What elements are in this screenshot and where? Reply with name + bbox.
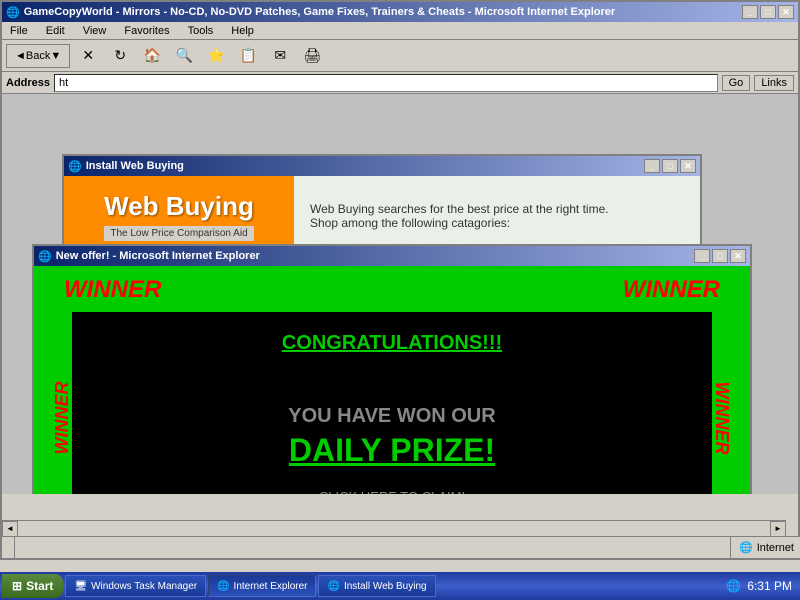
ie-taskbar-label: Internet Explorer	[234, 581, 308, 592]
task-manager-label: Windows Task Manager	[91, 581, 197, 592]
main-window-title: GameCopyWorld - Mirrors - No-CD, No-DVD …	[24, 6, 615, 18]
new-offer-minimize-button[interactable]: _	[694, 249, 710, 263]
title-bar-left: 🌐 GameCopyWorld - Mirrors - No-CD, No-DV…	[6, 6, 615, 19]
install-minimize-button[interactable]: _	[644, 159, 660, 173]
menu-edit[interactable]: Edit	[42, 25, 69, 37]
ie-taskbar-icon: 🌐	[217, 581, 229, 592]
menu-help[interactable]: Help	[227, 25, 258, 37]
tray-clock: 6:31 PM	[747, 579, 792, 593]
start-label: Start	[26, 579, 53, 593]
zone-label: Internet	[757, 542, 794, 554]
back-label: Back	[26, 50, 50, 62]
favorites-button[interactable]: ⭐	[202, 42, 230, 70]
taskbar-item-ie[interactable]: 🌐 Internet Explorer	[208, 575, 316, 597]
menu-tools[interactable]: Tools	[184, 25, 218, 37]
refresh-button[interactable]: ↻	[106, 42, 134, 70]
search-button[interactable]: 🔍	[170, 42, 198, 70]
menu-file[interactable]: File	[6, 25, 32, 37]
click-here-link[interactable]: CLICK HERE TO CLAIM!	[92, 489, 692, 494]
install-title: Install Web Buying	[86, 160, 184, 172]
new-offer-maximize-button[interactable]: □	[712, 249, 728, 263]
menu-view[interactable]: View	[79, 25, 111, 37]
install-web-buying-popup: 🌐 Install Web Buying _ □ ✕ Web Buying Th…	[62, 154, 702, 258]
winner-top-left: WINNER	[64, 276, 161, 304]
history-button[interactable]: 📋	[234, 42, 262, 70]
maximize-button[interactable]: □	[760, 5, 776, 19]
taskbar-right: 🌐 6:31 PM	[718, 579, 800, 593]
address-input[interactable]	[54, 74, 718, 92]
address-label: Address	[6, 77, 50, 89]
back-button[interactable]: ◄ Back ▼	[6, 44, 70, 68]
back-arrow-icon: ◄	[15, 50, 26, 62]
winner-side-left: WINNER	[52, 382, 73, 455]
new-offer-close-button[interactable]: ✕	[730, 249, 746, 263]
close-button[interactable]: ✕	[778, 5, 794, 19]
title-bar-buttons: _ □ ✕	[742, 5, 794, 19]
start-windows-icon: ⊞	[12, 579, 22, 593]
new-offer-title: New offer! - Microsoft Internet Explorer	[56, 250, 260, 262]
home-button[interactable]: 🏠	[138, 42, 166, 70]
winner-top-right: WINNER	[623, 276, 720, 304]
congrats-text: CONGRATULATIONS!!!	[92, 332, 692, 355]
horizontal-scrollbar[interactable]: ◄ ►	[2, 520, 786, 536]
prize-content: CONGRATULATIONS!!! YOU HAVE WON OUR DAIL…	[72, 312, 712, 494]
install-wb-label: Install Web Buying	[344, 581, 427, 592]
status-bar: 🌐 Internet	[2, 536, 800, 558]
ie-icon: 🌐	[6, 6, 20, 19]
dropdown-arrow-icon: ▼	[50, 50, 61, 62]
taskbar-item-task-manager[interactable]: 🖥 Windows Task Manager	[65, 575, 206, 597]
status-segment-main	[2, 537, 15, 558]
tray-network-icon: 🌐	[726, 579, 741, 593]
menu-favorites[interactable]: Favorites	[120, 25, 173, 37]
install-close-button[interactable]: ✕	[680, 159, 696, 173]
stop-button[interactable]: ✕	[74, 42, 102, 70]
links-button[interactable]: Links	[754, 75, 794, 91]
scroll-left-button[interactable]: ◄	[2, 521, 18, 537]
content-area: 🌐 Install Web Buying _ □ ✕ Web Buying Th…	[2, 94, 798, 494]
web-buying-tagline: The Low Price Comparison Aid	[104, 226, 253, 241]
mail-button[interactable]: ✉	[266, 42, 294, 70]
winner-side-right: WINNER	[711, 382, 732, 455]
scroll-track-h[interactable]	[18, 522, 770, 536]
prize-section: WINNER CONGRATULATIONS!!! YOU HAVE WON O…	[52, 312, 732, 494]
new-offer-ie-icon: 🌐	[38, 250, 52, 263]
install-wb-icon: 🌐	[327, 581, 339, 592]
toolbar-icons: ✕ ↻ 🏠 🔍 ⭐ 📋 ✉ 🖨	[74, 42, 326, 70]
won-text: YOU HAVE WON OUR	[92, 405, 692, 428]
status-progress	[19, 540, 79, 556]
menu-bar: File Edit View Favorites Tools Help	[2, 22, 798, 40]
taskbar: ⊞ Start 🖥 Windows Task Manager 🌐 Interne…	[0, 572, 800, 600]
install-maximize-button[interactable]: □	[662, 159, 678, 173]
main-title-bar: 🌐 GameCopyWorld - Mirrors - No-CD, No-DV…	[2, 2, 798, 22]
globe-icon: 🌐	[739, 541, 753, 554]
minimize-button[interactable]: _	[742, 5, 758, 19]
web-buying-logo-text: Web Buying	[104, 191, 254, 222]
install-title-buttons: _ □ ✕	[644, 159, 696, 173]
install-title-bar: 🌐 Install Web Buying _ □ ✕	[64, 156, 700, 176]
print-button[interactable]: 🖨	[298, 42, 326, 70]
task-manager-icon: 🖥	[74, 581, 87, 592]
daily-prize-text: DAILY PRIZE!	[92, 432, 692, 469]
taskbar-item-install-wb[interactable]: 🌐 Install Web Buying	[318, 575, 435, 597]
winner-top-row: WINNER WINNER	[44, 276, 740, 312]
new-offer-body: WINNER WINNER WINNER CONGRATULATIONS!!! …	[34, 266, 750, 494]
new-offer-popup: 🌐 New offer! - Microsoft Internet Explor…	[32, 244, 752, 494]
go-button[interactable]: Go	[722, 75, 751, 91]
start-button[interactable]: ⊞ Start	[2, 574, 63, 598]
internet-zone: 🌐 Internet	[730, 537, 800, 558]
address-bar: Address Go Links	[2, 72, 798, 94]
main-ie-window: 🌐 GameCopyWorld - Mirrors - No-CD, No-DV…	[0, 0, 800, 560]
new-offer-title-buttons: _ □ ✕	[694, 249, 746, 263]
new-offer-title-bar: 🌐 New offer! - Microsoft Internet Explor…	[34, 246, 750, 266]
install-ie-icon: 🌐	[68, 160, 82, 173]
web-buying-desc-text: Web Buying searches for the best price a…	[310, 202, 609, 230]
scroll-right-button[interactable]: ►	[770, 521, 786, 537]
toolbar: ◄ Back ▼ ✕ ↻ 🏠 🔍 ⭐ 📋 ✉ 🖨	[2, 40, 798, 72]
